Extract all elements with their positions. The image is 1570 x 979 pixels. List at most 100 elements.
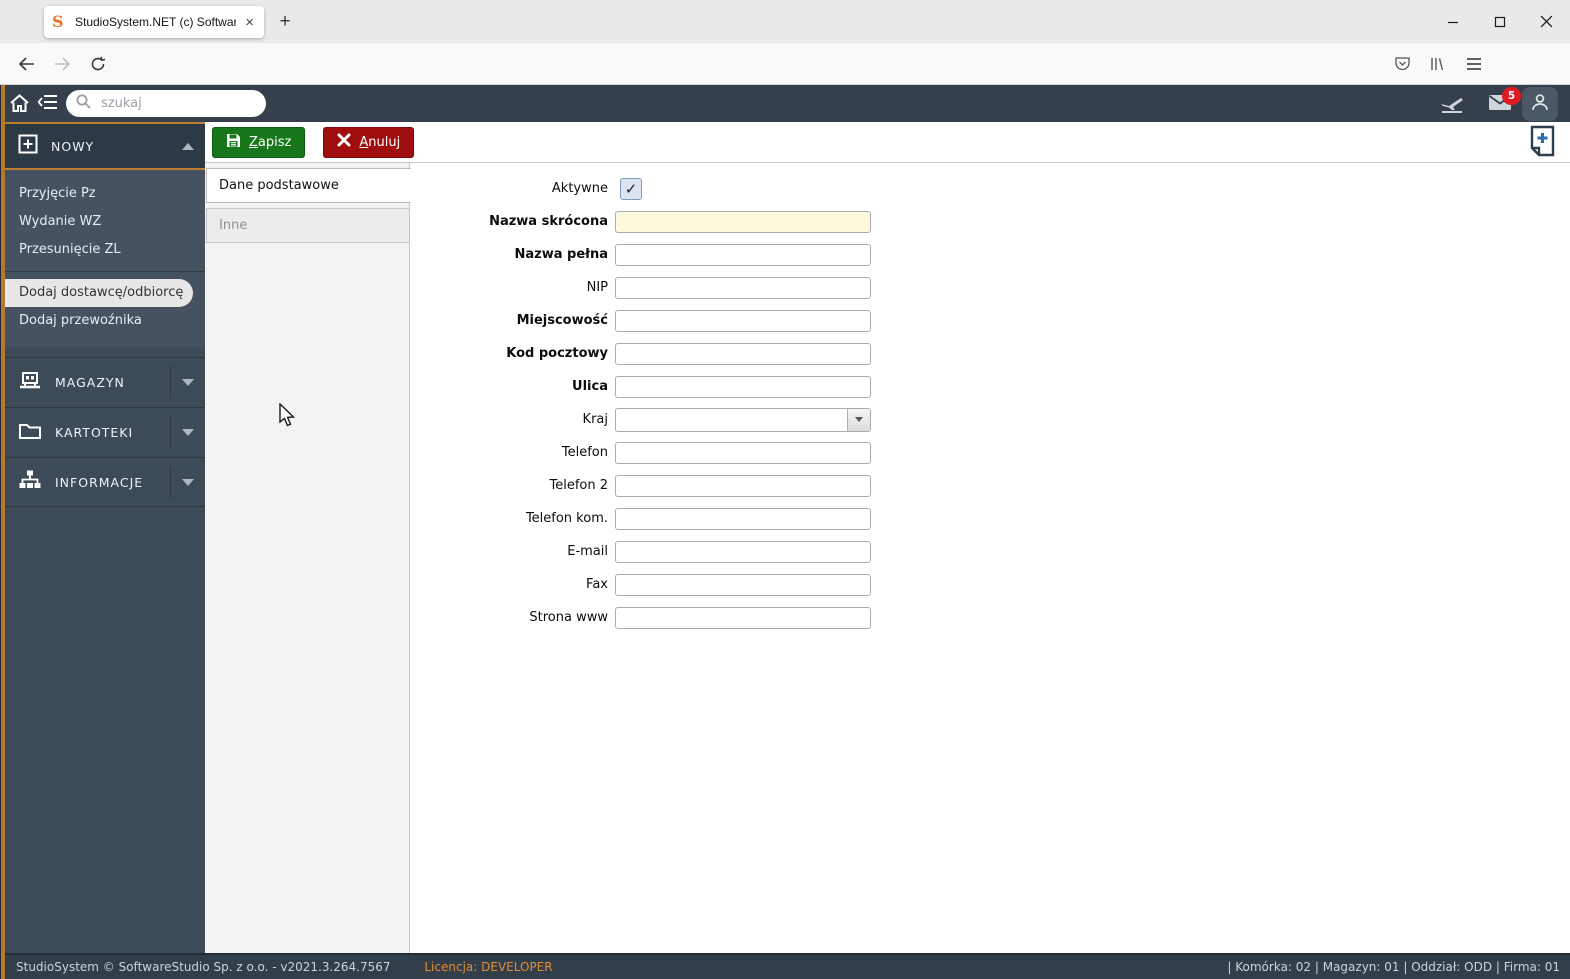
field-label-nip: NIP: [586, 280, 608, 295]
studiosystem-favicon-icon: S: [52, 12, 64, 31]
sidebar-divider: [5, 271, 205, 272]
input-strona-www[interactable]: [615, 606, 871, 629]
window-close-button[interactable]: [1523, 0, 1570, 43]
field-label-kraj: Kraj: [582, 412, 608, 427]
form-row-miejscowość: Miejscowość: [410, 304, 1570, 337]
user-menu-button[interactable]: [1522, 87, 1558, 121]
mail-badge: 5: [1502, 87, 1521, 105]
sidebar-section-kartoteki[interactable]: KARTOTEKI: [5, 407, 205, 457]
mail-icon[interactable]: 5: [1488, 87, 1521, 111]
sidebar-section-nowy[interactable]: NOWY: [5, 122, 205, 170]
section-label: KARTOTEKI: [55, 425, 134, 440]
input-telefon-kom[interactable]: [615, 507, 871, 530]
field-label-telefon-kom: Telefon kom.: [525, 511, 608, 526]
status-bar: StudioSystem © SoftwareStudio Sp. z o.o.…: [0, 953, 1570, 979]
search-icon: [76, 94, 91, 113]
license-info: Licencja: DEVELOPER: [424, 960, 553, 974]
user-icon: [1530, 92, 1550, 116]
field-label-nazwa-pełna: Nazwa pełna: [514, 247, 608, 262]
form-row-ulica: Ulica: [410, 370, 1570, 403]
tab-title: StudioSystem.NET (c) SoftwareS: [75, 15, 237, 29]
form-row-kod-pocztowy: Kod pocztowy: [410, 337, 1570, 370]
chevron-down-icon[interactable]: [170, 366, 205, 399]
form-row-nazwa-skrócona: Nazwa skrócona: [410, 205, 1570, 238]
input-kod-pocztowy[interactable]: [615, 342, 871, 365]
tab-inne[interactable]: Inne: [206, 208, 410, 243]
form-row-e-mail: E-mail: [410, 535, 1570, 568]
search-input[interactable]: [99, 95, 273, 112]
input-telefon[interactable]: [615, 441, 871, 464]
form-toolbar: Zapisz Anuluj: [205, 122, 1570, 162]
window-maximize-button[interactable]: [1476, 0, 1523, 43]
home-icon[interactable]: [10, 94, 29, 112]
sidebar-item-przesunięcie-zl[interactable]: Przesunięcie ZL: [5, 236, 205, 264]
tab-close-icon[interactable]: ×: [243, 14, 256, 31]
field-label-strona-www: Strona www: [529, 610, 608, 625]
select-kraj[interactable]: [615, 407, 871, 432]
form-row-nip: NIP: [410, 271, 1570, 304]
chevron-down-icon[interactable]: [170, 466, 205, 498]
input-fax[interactable]: [615, 573, 871, 596]
sidebar-toggle-icon[interactable]: [38, 94, 58, 110]
form-row-telefon: Telefon: [410, 436, 1570, 469]
menu-icon[interactable]: [1456, 50, 1492, 78]
tab-dane-podstawowe[interactable]: Dane podstawowe: [206, 168, 411, 203]
field-label-e-mail: E-mail: [567, 544, 608, 559]
library-icon[interactable]: [1420, 50, 1456, 78]
sidebar-item-wydanie-wz[interactable]: Wydanie WZ: [5, 208, 205, 236]
checkbox-aktywne[interactable]: ✓: [620, 177, 642, 200]
new-tab-button[interactable]: +: [272, 9, 298, 35]
cancel-button[interactable]: Anuluj: [323, 126, 415, 158]
sidebar-item-przyjęcie-pz[interactable]: Przyjęcie Pz: [5, 180, 205, 208]
new-document-icon[interactable]: [1529, 125, 1556, 161]
field-label-fax: Fax: [586, 577, 608, 592]
sidebar-section-informacje[interactable]: INFORMACJE: [5, 457, 205, 507]
global-search[interactable]: [66, 90, 273, 117]
sidebar-item-dodaj-przewoźnika[interactable]: Dodaj przewoźnika: [5, 307, 205, 335]
pocket-icon[interactable]: [1384, 50, 1420, 78]
plus-square-icon: [18, 134, 38, 158]
browser-nav-toolbar: https://studiosystemdemo.softwarestudio.…: [0, 43, 1570, 122]
input-nazwa-skrócona[interactable]: [615, 210, 871, 233]
accent-edge: [0, 85, 5, 979]
section-label: MAGAZYN: [55, 375, 125, 390]
input-e-mail[interactable]: [615, 540, 871, 563]
save-button-label: Zapisz: [249, 134, 292, 150]
input-nazwa-pełna[interactable]: [615, 243, 871, 266]
sidebar-nowy-items: Przyjęcie Pz Wydanie WZ Przesunięcie ZL Dod…: [5, 170, 205, 347]
reload-button[interactable]: [84, 50, 112, 78]
forward-button[interactable]: [48, 50, 76, 78]
form-row-strona-www: Strona www: [410, 601, 1570, 634]
save-button[interactable]: Zapisz: [212, 126, 306, 158]
form-row-aktywne: Aktywne ✓: [410, 172, 1570, 205]
cancel-icon: [337, 133, 351, 151]
cancel-button-label: Anuluj: [359, 134, 401, 150]
dropdown-arrow-icon[interactable]: [847, 408, 870, 431]
field-label-ulica: Ulica: [572, 379, 608, 394]
input-miejscowość[interactable]: [615, 309, 871, 332]
field-label-telefon: Telefon: [561, 445, 608, 460]
section-label: NOWY: [51, 138, 95, 154]
field-label-nazwa-skrócona: Nazwa skrócona: [489, 214, 608, 229]
form-row-fax: Fax: [410, 568, 1570, 601]
input-nip[interactable]: [615, 276, 871, 299]
plane-icon[interactable]: [1439, 94, 1465, 114]
sidebar-item-dodaj-dostawcę-odbiorcę[interactable]: Dodaj dostawcę/odbiorcę: [5, 279, 193, 307]
back-button[interactable]: [12, 50, 40, 78]
browser-tab[interactable]: S StudioSystem.NET (c) SoftwareS ×: [44, 6, 264, 38]
tab-column: Dane podstawowe Inne: [205, 163, 411, 953]
window-minimize-button[interactable]: [1429, 0, 1476, 43]
chevron-down-icon[interactable]: [170, 416, 205, 449]
input-telefon-2[interactable]: [615, 474, 871, 497]
sitemap-icon: [18, 469, 42, 495]
status-right: | Komórka: 02 | Magazyn: 01 | Oddział: O…: [1227, 960, 1560, 974]
select-value: [616, 409, 847, 431]
status-left: StudioSystem © SoftwareStudio Sp. z o.o.…: [16, 960, 553, 974]
main-content: Zapisz Anuluj Dane podstawowe Inne Aktyw…: [205, 122, 1570, 953]
sidebar-section-magazyn[interactable]: MAGAZYN: [5, 357, 205, 407]
browser-tab-strip: S StudioSystem.NET (c) SoftwareS × +: [0, 0, 1570, 43]
form-row-telefon-2: Telefon 2: [410, 469, 1570, 502]
chevron-up-icon[interactable]: [170, 132, 205, 160]
input-ulica[interactable]: [615, 375, 871, 398]
folder-icon: [18, 421, 42, 444]
